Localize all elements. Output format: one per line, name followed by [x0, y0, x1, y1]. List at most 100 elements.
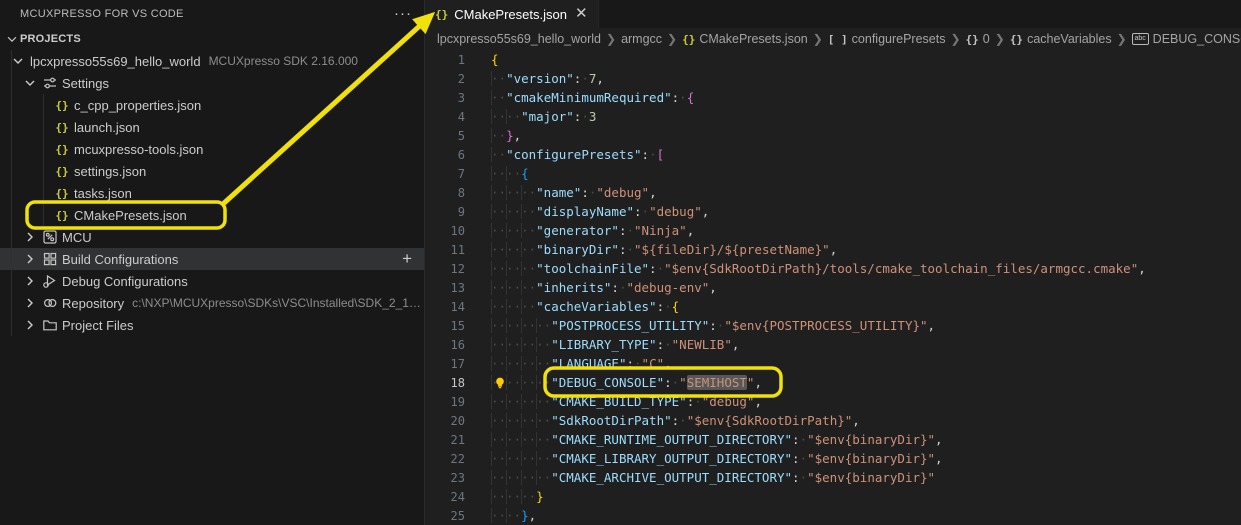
code-editor[interactable]: 1{2··"version":·7,3··"cmakeMinimumRequir…: [425, 50, 1241, 525]
line-number[interactable]: 12: [425, 260, 465, 279]
token-key: "inherits": [536, 280, 611, 295]
line-number[interactable]: 6: [425, 146, 465, 165]
code-line-13[interactable]: 13······"inherits":·"debug-env",: [425, 278, 1241, 297]
code-line-10[interactable]: 10······"generator":·"Ninja",: [425, 221, 1241, 240]
line-number[interactable]: 21: [425, 431, 465, 450]
add-build-configuration-icon[interactable]: +: [402, 250, 412, 268]
tree-item-cmakepresets-json[interactable]: {}CMakePresets.json: [0, 204, 424, 226]
line-number[interactable]: 10: [425, 222, 465, 241]
tree-item-mcuxpresso-tools-json[interactable]: {}mcuxpresso-tools.json: [0, 138, 424, 160]
tree-item-project-files[interactable]: Project Files: [0, 314, 424, 336]
code-line-6[interactable]: 6··"configurePresets":·[: [425, 145, 1241, 164]
line-number[interactable]: 2: [425, 70, 465, 89]
line-number[interactable]: 1: [425, 51, 465, 70]
chevron-right-icon[interactable]: [22, 317, 38, 333]
tree-item-repository[interactable]: Repositoryc:\NXP\MCUXpresso\SDKs\VSC\Ins…: [0, 292, 424, 314]
code-line-2[interactable]: 2··"version":·7,: [425, 69, 1241, 88]
code-line-16[interactable]: 16········"LIBRARY_TYPE":·"NEWLIB",: [425, 335, 1241, 354]
breadcrumb-cmakepresets-json[interactable]: {}CMakePresets.json: [682, 32, 808, 46]
code-line-20[interactable]: 20········"SdkRootDirPath":·"$env{SdkRoo…: [425, 411, 1241, 430]
line-number[interactable]: 17: [425, 355, 465, 374]
line-number[interactable]: 24: [425, 488, 465, 507]
tree-item-c-cpp-properties-json[interactable]: {}c_cpp_properties.json: [0, 94, 424, 116]
token-pun: ,: [935, 432, 943, 447]
code-line-25[interactable]: 25····},: [425, 506, 1241, 525]
token-ws: ·: [649, 147, 657, 162]
breadcrumb-debug-console[interactable]: abcDEBUG_CONSOLE: [1132, 32, 1241, 46]
breadcrumb-configurepresets[interactable]: [ ]configurePresets: [828, 32, 946, 46]
token-ws: ·: [642, 204, 650, 219]
code-line-5[interactable]: 5··},: [425, 126, 1241, 145]
token-key: "CMAKE_RUNTIME_OUTPUT_DIRECTORY": [551, 432, 792, 447]
chevron-right-icon[interactable]: [22, 229, 38, 245]
line-number[interactable]: 3: [425, 89, 465, 108]
code-line-23[interactable]: 23········"CMAKE_ARCHIVE_OUTPUT_DIRECTOR…: [425, 468, 1241, 487]
more-actions-icon[interactable]: ···: [394, 9, 412, 19]
tree-item-mcu[interactable]: MCU: [0, 226, 424, 248]
code-line-7[interactable]: 7····{: [425, 164, 1241, 183]
chevron-right-icon[interactable]: [22, 273, 38, 289]
line-number[interactable]: 25: [425, 507, 465, 525]
line-number[interactable]: 23: [425, 469, 465, 488]
breadcrumb-0[interactable]: {}0: [966, 32, 990, 46]
token-key: "SdkRootDirPath": [551, 413, 671, 428]
line-number[interactable]: 9: [425, 203, 465, 222]
line-number[interactable]: 13: [425, 279, 465, 298]
projects-section-header[interactable]: PROJECTS: [0, 28, 424, 50]
line-number[interactable]: 22: [425, 450, 465, 469]
code-line-11[interactable]: 11······"binaryDir":·"${fileDir}/${prese…: [425, 240, 1241, 259]
line-number[interactable]: 16: [425, 336, 465, 355]
chevron-right-icon[interactable]: [22, 251, 38, 267]
breadcrumb-lpcxpresso55s69-hello-world[interactable]: lpcxpresso55s69_hello_world: [437, 32, 601, 46]
tree-item-launch-json[interactable]: {}launch.json: [0, 116, 424, 138]
tree-item-lpcxpresso55s69-hello-world[interactable]: lpcxpresso55s69_hello_worldMCUXpresso SD…: [0, 50, 424, 72]
line-number[interactable]: 4: [425, 108, 465, 127]
line-number[interactable]: 7: [425, 165, 465, 184]
chevron-down-icon[interactable]: [10, 53, 26, 69]
code-line-4[interactable]: 4····"major":·3: [425, 107, 1241, 126]
line-number[interactable]: 20: [425, 412, 465, 431]
tab-cmakepresets[interactable]: {} CMakePresets.json ✕: [425, 0, 599, 28]
tree-item-settings-json[interactable]: {}settings.json: [0, 160, 424, 182]
breadcrumb-armgcc[interactable]: armgcc: [621, 32, 662, 46]
tree-item-label: lpcxpresso55s69_hello_world: [30, 54, 201, 69]
line-number[interactable]: 15: [425, 317, 465, 336]
code-line-8[interactable]: 8······"name":·"debug",: [425, 183, 1241, 202]
token-pun: :: [657, 337, 665, 352]
line-number[interactable]: 5: [425, 127, 465, 146]
chevron-right-icon[interactable]: [22, 295, 38, 311]
lightbulb-icon[interactable]: [493, 376, 507, 390]
code-line-1[interactable]: 1{: [425, 50, 1241, 69]
line-number[interactable]: 11: [425, 241, 465, 260]
tree-item-settings[interactable]: Settings: [0, 72, 424, 94]
code-line-18[interactable]: 18········"DEBUG_CONSOLE":·"SEMIHOST",: [425, 373, 1241, 392]
code-line-24[interactable]: 24······}: [425, 487, 1241, 506]
tree-item-tasks-json[interactable]: {}tasks.json: [0, 182, 424, 204]
json-file-icon: {}: [682, 33, 695, 46]
close-tab-icon[interactable]: ✕: [575, 7, 588, 21]
code-line-19[interactable]: 19········"CMAKE_BUILD_TYPE":·"debug",: [425, 392, 1241, 411]
line-number[interactable]: 18: [425, 374, 465, 393]
tree-item-label: CMakePresets.json: [74, 208, 187, 223]
token-pun: :: [792, 470, 800, 485]
build-icon: [42, 251, 58, 267]
code-line-15[interactable]: 15········"POSTPROCESS_UTILITY":·"$env{P…: [425, 316, 1241, 335]
tree-item-build-configurations[interactable]: Build Configurations+: [0, 248, 424, 270]
code-line-22[interactable]: 22········"CMAKE_LIBRARY_OUTPUT_DIRECTOR…: [425, 449, 1241, 468]
token-str: "debug": [702, 394, 755, 409]
json-icon: {}: [54, 97, 70, 113]
code-line-9[interactable]: 9······"displayName":·"debug",: [425, 202, 1241, 221]
code-line-14[interactable]: 14······"cacheVariables":·{: [425, 297, 1241, 316]
repo-icon: [42, 295, 58, 311]
token-ws: ······: [491, 299, 536, 314]
chevron-down-icon[interactable]: [22, 75, 38, 91]
line-number[interactable]: 8: [425, 184, 465, 203]
line-number[interactable]: 19: [425, 393, 465, 412]
code-line-21[interactable]: 21········"CMAKE_RUNTIME_OUTPUT_DIRECTOR…: [425, 430, 1241, 449]
code-line-17[interactable]: 17········"LANGUAGE":·"C",: [425, 354, 1241, 373]
line-number[interactable]: 14: [425, 298, 465, 317]
breadcrumb-cachevariables[interactable]: {}cacheVariables: [1010, 32, 1112, 46]
code-line-3[interactable]: 3··"cmakeMinimumRequired":·{: [425, 88, 1241, 107]
tree-item-debug-configurations[interactable]: Debug Configurations: [0, 270, 424, 292]
code-line-12[interactable]: 12······"toolchainFile":·"$env{SdkRootDi…: [425, 259, 1241, 278]
